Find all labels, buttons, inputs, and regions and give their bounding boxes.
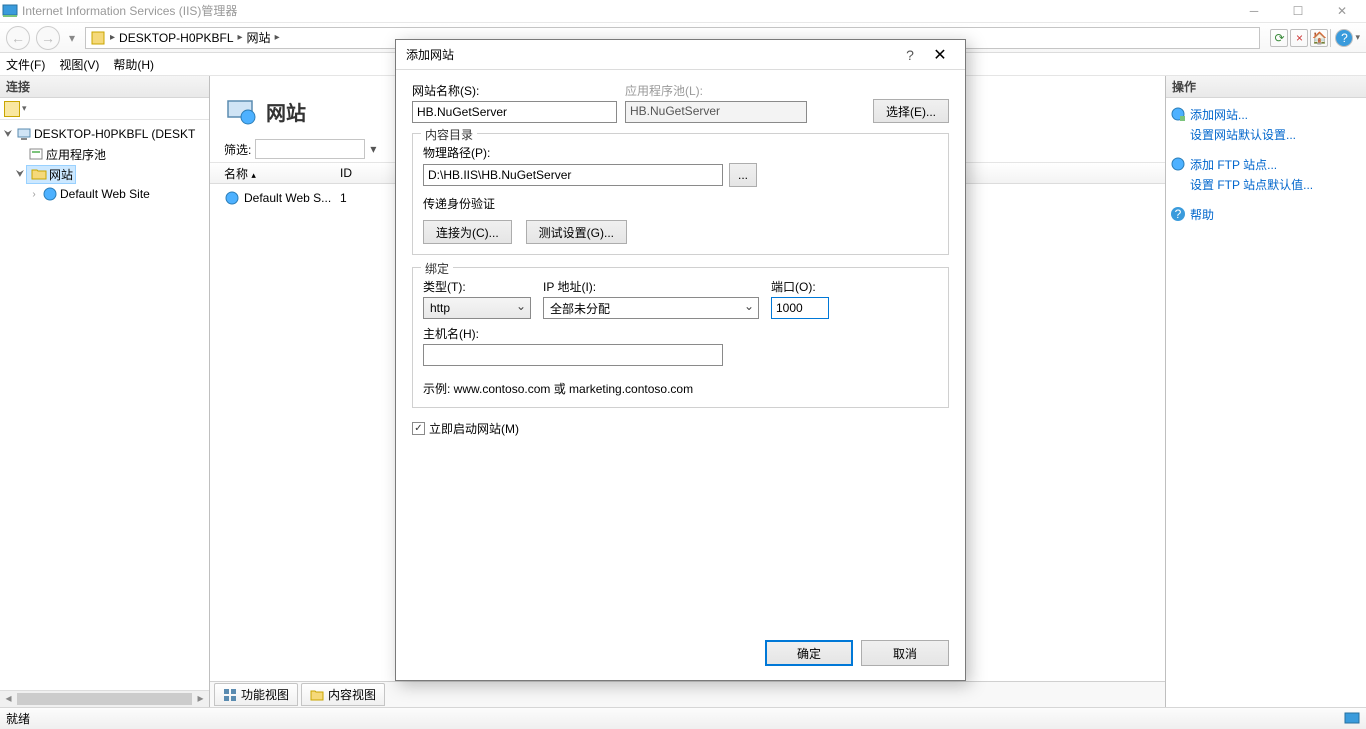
menu-help[interactable]: 帮助(H) bbox=[113, 56, 154, 73]
physpath-label: 物理路径(P): bbox=[423, 144, 938, 161]
physpath-input[interactable] bbox=[423, 164, 723, 186]
apppool-icon bbox=[28, 146, 44, 162]
content-dir-legend: 内容目录 bbox=[421, 126, 477, 143]
dialog-title: 添加网站 bbox=[406, 46, 454, 63]
save-connection-icon[interactable] bbox=[4, 101, 20, 117]
forward-button[interactable]: → bbox=[36, 26, 60, 50]
connect-as-button[interactable]: 连接为(C)... bbox=[423, 220, 512, 244]
action-add-ftp-site[interactable]: 添加 FTP 站点... bbox=[1170, 154, 1362, 174]
computer-icon bbox=[16, 126, 32, 142]
menu-file[interactable]: 文件(F) bbox=[6, 56, 45, 73]
sitename-label: 网站名称(S): bbox=[412, 82, 625, 99]
connections-hscrollbar[interactable]: ◂▸ bbox=[0, 690, 209, 707]
type-label: 类型(T): bbox=[423, 278, 535, 295]
select-apppool-button[interactable]: 选择(E)... bbox=[873, 99, 949, 123]
features-view-icon bbox=[223, 688, 237, 702]
globe-icon bbox=[224, 190, 240, 206]
autostart-checkbox[interactable]: ✓ bbox=[412, 422, 425, 435]
ip-select[interactable]: 全部未分配 bbox=[543, 297, 759, 319]
hostname-example: 示例: www.contoso.com 或 marketing.contoso.… bbox=[423, 380, 938, 397]
apppool-label: 应用程序池(L): bbox=[625, 82, 815, 99]
hostname-label: 主机名(H): bbox=[423, 325, 938, 342]
ftp-icon bbox=[1170, 156, 1186, 172]
tree-node-default-site[interactable]: › Default Web Site bbox=[0, 184, 209, 204]
hostname-input[interactable] bbox=[423, 344, 723, 366]
status-bar: 就绪 bbox=[0, 707, 1366, 729]
connections-header: 连接 bbox=[0, 76, 209, 98]
help-icon: ? bbox=[1170, 206, 1186, 222]
tab-features-view[interactable]: 功能视图 bbox=[214, 683, 298, 706]
close-button[interactable]: ✕ bbox=[1320, 0, 1364, 22]
connections-tree: ⮟ DESKTOP-H0PKBFL (DESKT 应用程序池 ⮟ 网站 › De… bbox=[0, 120, 209, 690]
tree-node-host[interactable]: ⮟ DESKTOP-H0PKBFL (DESKT bbox=[0, 124, 209, 144]
autostart-label: 立即启动网站(M) bbox=[429, 420, 519, 437]
address-seg-host: DESKTOP-H0PKBFL bbox=[119, 31, 233, 45]
binding-legend: 绑定 bbox=[421, 260, 453, 277]
help-dropdown-icon[interactable]: ▾ bbox=[1355, 32, 1360, 43]
view-tabs: 功能视图 内容视图 bbox=[210, 681, 1165, 707]
twisty-collapse-icon[interactable]: ⮟ bbox=[14, 169, 26, 180]
menu-view[interactable]: 视图(V) bbox=[59, 56, 99, 73]
cell-id: 1 bbox=[340, 191, 347, 205]
connections-dropdown-icon[interactable]: ▾ bbox=[22, 103, 27, 114]
history-dropdown[interactable]: ▾ bbox=[63, 31, 81, 45]
globe-add-icon bbox=[1170, 106, 1186, 122]
window-titlebar: Internet Information Services (IIS)管理器 ─… bbox=[0, 0, 1366, 22]
home-icon[interactable]: 🏠 bbox=[1310, 29, 1328, 47]
twisty-expand-icon[interactable]: › bbox=[28, 189, 40, 200]
back-button[interactable]: ← bbox=[6, 26, 30, 50]
actions-header: 操作 bbox=[1166, 76, 1366, 98]
status-ready: 就绪 bbox=[6, 710, 30, 727]
sites-large-icon bbox=[224, 95, 256, 127]
dialog-close-button[interactable]: ✕ bbox=[925, 45, 955, 65]
filter-dropdown-icon[interactable]: ▾ bbox=[365, 139, 381, 159]
sitename-input[interactable] bbox=[412, 101, 617, 123]
filter-input[interactable] bbox=[255, 139, 365, 159]
test-settings-button[interactable]: 测试设置(G)... bbox=[526, 220, 627, 244]
connections-panel: 连接 ▾ ⮟ DESKTOP-H0PKBFL (DESKT 应用程序池 ⮟ 网站 bbox=[0, 76, 210, 707]
tab-content-view[interactable]: 内容视图 bbox=[301, 683, 385, 706]
globe-icon bbox=[42, 186, 58, 202]
tree-node-apppools[interactable]: 应用程序池 bbox=[0, 144, 209, 164]
type-select[interactable]: http bbox=[423, 297, 531, 319]
cancel-button[interactable]: 取消 bbox=[861, 640, 949, 666]
maximize-button[interactable]: ☐ bbox=[1276, 0, 1320, 22]
col-name[interactable]: 名称 ▴ bbox=[224, 165, 340, 182]
passthrough-label: 传递身份验证 bbox=[423, 195, 938, 212]
action-add-website[interactable]: 添加网站... bbox=[1170, 104, 1362, 124]
action-set-site-defaults[interactable]: 设置网站默认设置... bbox=[1170, 124, 1362, 144]
tree-node-sites[interactable]: ⮟ 网站 bbox=[0, 164, 209, 184]
connections-toolbar: ▾ bbox=[0, 98, 209, 120]
add-website-dialog: 添加网站 ? ✕ 网站名称(S): 应用程序池(L): HB.NuGetServ… bbox=[395, 39, 966, 681]
action-set-ftp-defaults[interactable]: 设置 FTP 站点默认值... bbox=[1170, 174, 1362, 194]
cell-name: Default Web S... bbox=[244, 191, 331, 205]
filter-label: 筛选: bbox=[224, 141, 251, 158]
ok-button[interactable]: 确定 bbox=[765, 640, 853, 666]
browse-path-button[interactable]: ... bbox=[729, 163, 757, 187]
autostart-row: ✓ 立即启动网站(M) bbox=[412, 420, 949, 437]
minimize-button[interactable]: ─ bbox=[1232, 0, 1276, 22]
address-seg-sites: 网站 bbox=[247, 29, 271, 46]
dialog-help-button[interactable]: ? bbox=[895, 47, 925, 63]
page-title: 网站 bbox=[266, 97, 306, 126]
apppool-display: HB.NuGetServer bbox=[625, 101, 807, 123]
toolbar-icons: ⟳ × 🏠 ? ▾ bbox=[1264, 29, 1366, 47]
twisty-collapse-icon[interactable]: ⮟ bbox=[2, 129, 14, 140]
server-icon bbox=[90, 30, 106, 46]
content-view-icon bbox=[310, 688, 324, 702]
help-icon[interactable]: ? bbox=[1335, 29, 1353, 47]
port-input[interactable] bbox=[771, 297, 829, 319]
refresh-icon[interactable]: ⟳ bbox=[1270, 29, 1288, 47]
stop-icon[interactable]: × bbox=[1290, 29, 1308, 47]
actions-panel: 操作 添加网站... 设置网站默认设置... 添加 FTP 站点... 设置 F… bbox=[1166, 76, 1366, 707]
iis-app-icon bbox=[2, 3, 18, 19]
svg-text:?: ? bbox=[1175, 207, 1182, 221]
window-title: Internet Information Services (IIS)管理器 bbox=[22, 2, 237, 19]
dialog-titlebar: 添加网站 ? ✕ bbox=[396, 40, 965, 70]
port-label: 端口(O): bbox=[771, 278, 829, 295]
action-help[interactable]: ? 帮助 bbox=[1170, 204, 1362, 224]
folder-open-icon bbox=[31, 166, 47, 182]
ip-label: IP 地址(I): bbox=[543, 278, 763, 295]
iis-tray-icon bbox=[1344, 711, 1360, 727]
